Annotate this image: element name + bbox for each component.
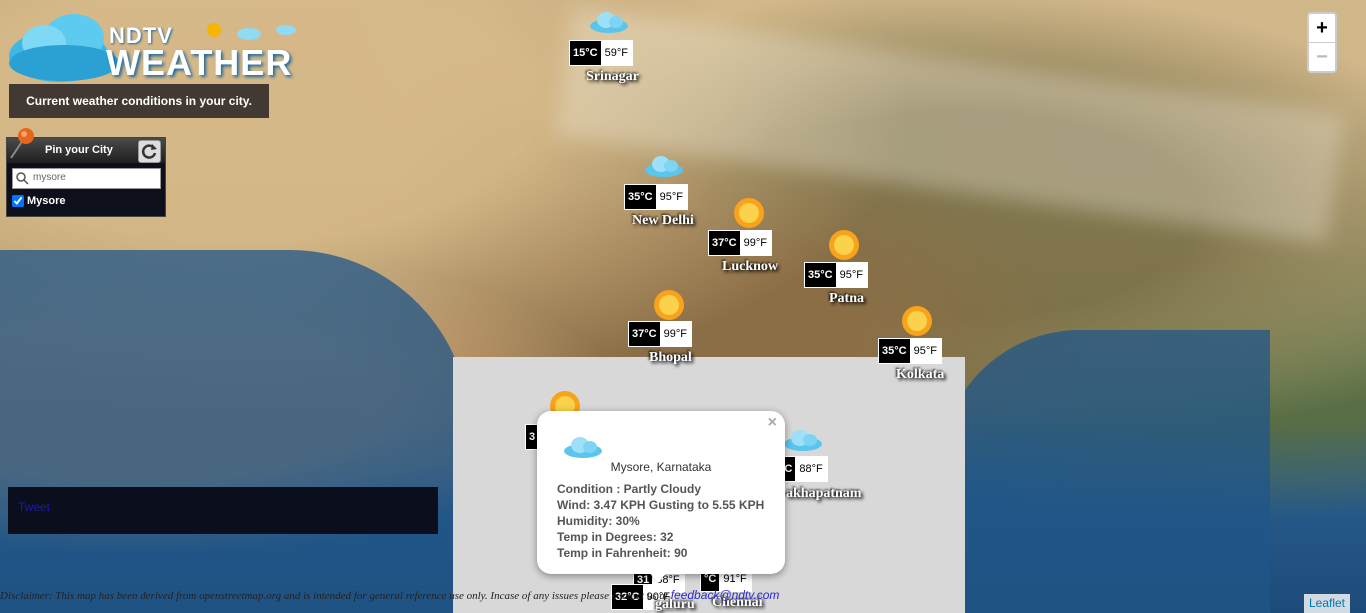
tweet-box: Tweet	[8, 487, 438, 534]
popup-condition: Condition : Partly Cloudy	[557, 482, 701, 496]
cloud-icon	[564, 437, 602, 458]
sun-icon	[829, 230, 859, 260]
city-name-patna: Patna	[829, 291, 864, 306]
popup-pointer	[648, 571, 668, 583]
logo-weather-text: WEATHER	[106, 42, 293, 83]
tweet-link[interactable]: Tweet	[18, 500, 50, 514]
temp-badge: 35°C 95°F	[804, 262, 868, 288]
feedback-email-link[interactable]: feedback@ndtv.com	[671, 588, 780, 602]
search-icon	[16, 172, 29, 190]
pin-panel-header: Pin your City	[7, 128, 165, 163]
city-checkbox-label: Mysore	[27, 195, 66, 207]
temp-badge: 37°C 99°F	[628, 321, 692, 347]
city-name-lucknow: Lucknow	[722, 259, 779, 274]
city-name-srinagar: Srinagar	[586, 69, 639, 84]
temp-badge: 37°C 99°F	[708, 230, 772, 256]
temp-badge: 35°C 95°F	[624, 184, 688, 210]
popup-temp-f: Temp in Fahrenheit: 90	[557, 546, 688, 560]
city-info-popup: × Mysore, Karnataka Condition : Partly C…	[537, 411, 785, 583]
disclaimer-text: Disclaimer: This map has been derived fr…	[0, 590, 668, 602]
zoom-in-button[interactable]: +	[1309, 14, 1335, 43]
cloud-icon	[590, 12, 628, 33]
city-search-input[interactable]	[33, 170, 155, 185]
pin-panel-title: Pin your City	[45, 144, 113, 156]
city-name-new-delhi: New Delhi	[632, 213, 694, 228]
sun-icon	[902, 306, 932, 336]
temp-badge: 15°C 59°F	[569, 40, 633, 66]
cloud-icon	[784, 430, 822, 451]
arabian-sea	[0, 250, 470, 613]
bay-of-bengal	[940, 330, 1270, 613]
popup-wind: Wind: 3.47 KPH Gusting to 5.55 KPH	[557, 498, 765, 512]
zoom-control: + −	[1307, 12, 1337, 73]
temp-badge: 35°C 95°F	[878, 338, 942, 364]
leaflet-attribution-link[interactable]: Leaflet	[1304, 594, 1350, 613]
sun-icon	[734, 198, 764, 228]
disclaimer: Disclaimer: This map has been derived fr…	[0, 588, 900, 602]
tagline: Current weather conditions in your city.	[9, 84, 269, 118]
close-icon[interactable]: ×	[768, 414, 777, 432]
city-checkbox[interactable]	[12, 195, 24, 207]
popup-title: Mysore, Karnataka	[610, 460, 712, 474]
ndtv-weather-logo: NDTV WEATHER	[4, 8, 304, 88]
pin-city-panel: Pin your City Mysore	[6, 128, 166, 217]
refresh-button[interactable]	[138, 140, 161, 163]
pushpin-icon	[5, 124, 39, 172]
sun-icon	[654, 290, 684, 320]
city-search-box	[12, 168, 161, 189]
popup-details: Condition : Partly Cloudy Wind: 3.47 KPH…	[557, 481, 764, 561]
cloud-icon	[645, 156, 683, 177]
popup-humidity: Humidity: 30%	[557, 514, 640, 528]
city-name-visakhapatnam: akhapatnam	[786, 486, 862, 501]
city-checkbox-row[interactable]: Mysore	[12, 195, 66, 207]
refresh-icon	[141, 144, 157, 159]
zoom-out-button[interactable]: −	[1309, 43, 1335, 71]
city-name-bhopal: Bhopal	[649, 350, 692, 365]
popup-temp-c: Temp in Degrees: 32	[557, 530, 674, 544]
city-name-kolkata: Kolkata	[896, 367, 945, 382]
